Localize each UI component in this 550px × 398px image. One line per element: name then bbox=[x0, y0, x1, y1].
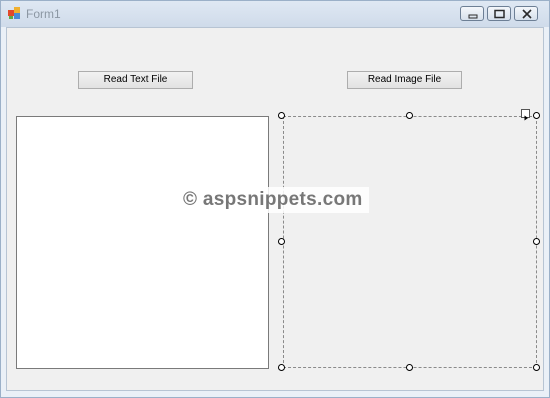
close-icon bbox=[522, 9, 532, 19]
watermark: © aspsnippets.com bbox=[177, 187, 369, 213]
picture-box[interactable] bbox=[283, 116, 537, 368]
resize-handle-top-right[interactable] bbox=[533, 112, 540, 119]
text-box[interactable] bbox=[16, 116, 269, 369]
minimize-icon bbox=[468, 14, 478, 19]
title-bar[interactable]: Form1 bbox=[1, 1, 549, 27]
smart-tag-arrow-icon bbox=[524, 115, 528, 121]
resize-handle-top-left[interactable] bbox=[278, 112, 285, 119]
resize-handle-bottom-left[interactable] bbox=[278, 364, 285, 371]
resize-handle-bottom[interactable] bbox=[406, 364, 413, 371]
resize-handle-top[interactable] bbox=[406, 112, 413, 119]
maximize-button[interactable] bbox=[487, 6, 511, 21]
close-button[interactable] bbox=[514, 6, 538, 21]
read-text-file-button[interactable]: Read Text File bbox=[78, 71, 193, 89]
window-title: Form1 bbox=[26, 7, 61, 21]
smart-tag-button[interactable] bbox=[521, 109, 530, 121]
form-client-area: Read Text File Read Image File © aspsnip… bbox=[6, 27, 544, 391]
minimize-button[interactable] bbox=[460, 6, 484, 21]
read-image-file-button[interactable]: Read Image File bbox=[347, 71, 462, 89]
form-window: Form1 Read Text File Read Image File © a… bbox=[0, 0, 550, 398]
resize-handle-right[interactable] bbox=[533, 238, 540, 245]
resize-handle-bottom-right[interactable] bbox=[533, 364, 540, 371]
maximize-icon bbox=[494, 9, 505, 19]
windows-form-icon bbox=[8, 7, 20, 19]
resize-handle-left[interactable] bbox=[278, 238, 285, 245]
